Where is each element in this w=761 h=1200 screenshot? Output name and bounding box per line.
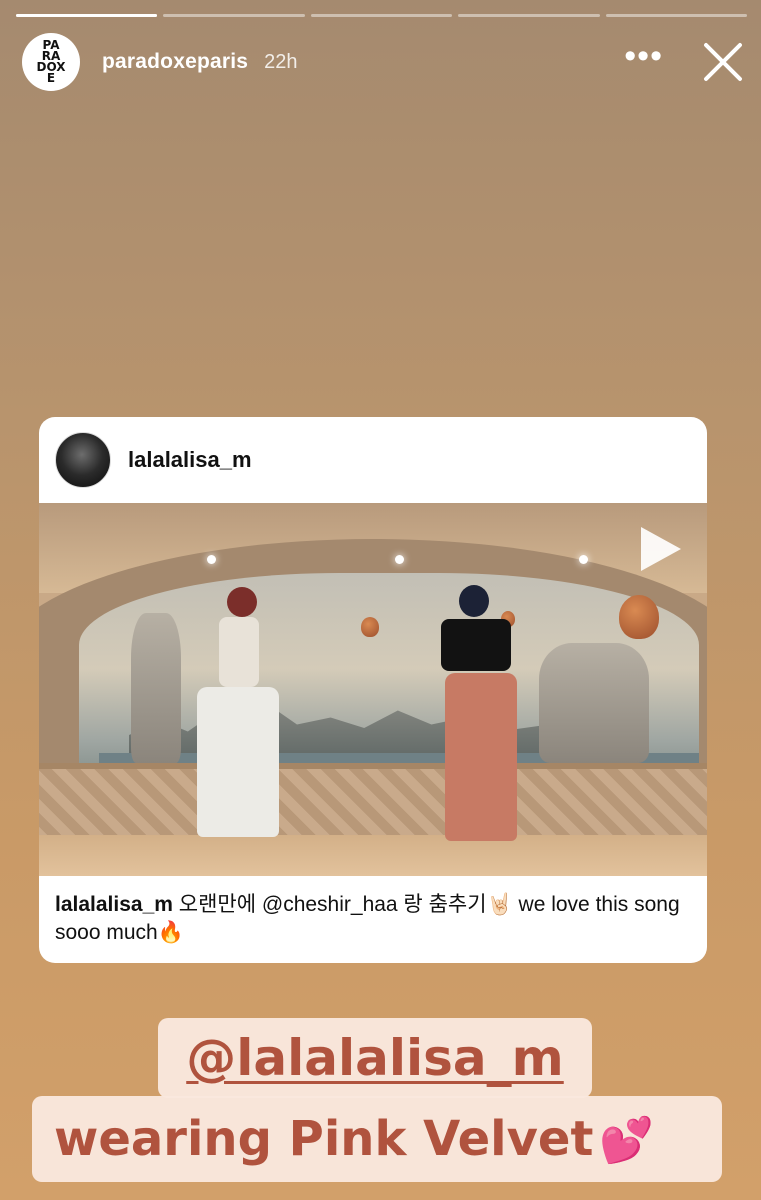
post-header: lalalalisa_m: [39, 417, 707, 503]
ceiling-light: [207, 555, 216, 564]
post-author-avatar[interactable]: [55, 432, 111, 488]
ceiling-light: [579, 555, 588, 564]
dancer-legs: [197, 687, 279, 837]
post-caption: lalalalisa_m 오랜만에 @cheshir_haa 랑 춤추기🤘🏻 w…: [55, 891, 685, 947]
more-dots-icon[interactable]: •••: [624, 39, 663, 73]
profile-avatar[interactable]: PA RA DOX E: [22, 33, 80, 91]
progress-segment: [16, 14, 158, 17]
progress-segment: [310, 14, 453, 17]
shared-post-card[interactable]: lalalalisa_m lalalalisa_m 오랜만에 @cheshir_…: [39, 417, 707, 963]
dancer-torso: [219, 617, 259, 687]
story-username[interactable]: paradoxeparis: [102, 50, 248, 74]
mural-statue: [131, 613, 181, 763]
progress-segment: [163, 14, 305, 17]
mention-text[interactable]: @lalalalisa_m: [186, 1029, 564, 1087]
play-icon[interactable]: [641, 527, 681, 571]
hot-air-balloon: [619, 595, 659, 639]
mural-statue: [539, 643, 649, 763]
dancer-left: [189, 583, 289, 853]
mention-sticker[interactable]: @lalalalisa_m: [158, 1018, 592, 1098]
dancer-legs: [445, 673, 517, 841]
post-author-username[interactable]: lalalalisa_m: [128, 447, 252, 473]
progress-segment: [605, 14, 748, 17]
sticker-text: wearing Pink Velvet: [54, 1111, 594, 1167]
post-video-thumbnail[interactable]: [39, 503, 707, 876]
text-sticker: wearing Pink Velvet 💕: [32, 1096, 722, 1182]
wall-panel: [39, 763, 707, 841]
story-timestamp: 22h: [264, 50, 298, 73]
hot-air-balloon: [361, 617, 379, 637]
progress-fill: [16, 14, 158, 17]
ceiling-light: [395, 555, 404, 564]
progress-segment: [458, 14, 600, 17]
story-header: PA RA DOX E paradoxeparis 22h •••: [22, 32, 745, 92]
dancer-head: [227, 587, 257, 617]
paradoxe-logo: PA RA DOX E: [36, 38, 66, 85]
dancer-head: [459, 585, 489, 617]
dancer-torso: [441, 619, 511, 671]
story-progress-bar: [16, 14, 748, 18]
studio-floor: [39, 835, 707, 876]
two-hearts-icon: 💕: [599, 1115, 655, 1166]
close-icon[interactable]: [703, 42, 743, 82]
caption-username[interactable]: lalalalisa_m: [55, 893, 173, 916]
dancer-right: [419, 583, 529, 858]
